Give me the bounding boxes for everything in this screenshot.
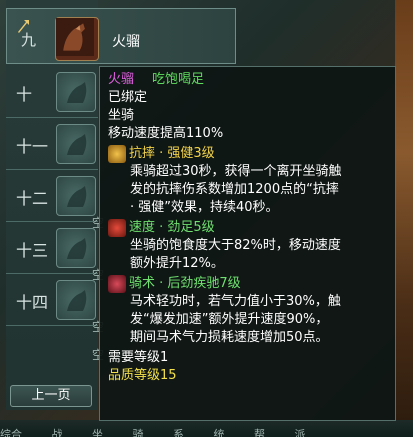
bottom-tab-strip: 综合 战 坐 骑 系 统 帮 派 [0,426,413,437]
empty-mount-slot-icon [56,176,96,216]
mount-row-14[interactable]: 十四 [6,274,98,326]
skill-desc-line: 发的抗摔伤系数增加1200点的“抗摔 [130,182,339,197]
crimson-skill-icon [108,275,126,293]
skill-title: 骑术 · 后劲疾驰7级 [129,276,241,291]
skill-desc-line: · 强健”效果，持续40秒。 [130,200,279,215]
bound-status: 已绑定 [108,90,148,105]
empty-mount-slot-icon [56,124,96,164]
skill-title-row: 抗摔 · 强健3级 [108,145,389,163]
speed-bonus: 移动速度提高110% [108,126,224,141]
mount-avatar-icon [55,17,99,61]
row-number: 十二 [16,189,49,208]
row-number: 十四 [16,293,49,312]
skill-desc-line: 马术轻功时，若气力值小于30%，触 [130,294,341,309]
bottom-tab[interactable]: 坐 [92,428,103,437]
skill-title: 抗摔 · 强健3级 [129,146,215,161]
red-skill-icon [108,219,126,237]
row-number: 十一 [16,137,49,156]
skill-desc-line: 坐骑的饱食度大于82%时，移动速度 [130,238,341,253]
skill-desc-line: 期间马术气力损耗速度增加50点。 [130,330,329,345]
skill-title-row: 速度 · 劲足5级 [108,219,389,237]
bottom-tab[interactable]: 派 [295,428,306,437]
mount-name: 火骝 [112,34,140,50]
mount-row-spacer [6,326,98,376]
skill-desc-line: 额外提升12%。 [130,256,224,271]
skill-desc-line: 乘骑超过30秒，获得一个离开坐骑触 [130,164,342,179]
empty-mount-slot-icon [56,228,96,268]
row-number: 十三 [16,241,49,260]
bottom-tab[interactable]: 综合 [0,428,22,437]
feed-status: 吃饱喝足 [152,72,205,87]
mount-row-12[interactable]: 十二 [6,170,98,222]
mount-row-11[interactable]: 十一 [6,118,98,170]
empty-mount-slot-icon [56,72,96,112]
level-requirement: 需要等级1 [108,350,169,365]
skill-title: 速度 · 劲足5级 [129,220,215,235]
mount-row-13[interactable]: 十三 [6,222,98,274]
mount-row-10[interactable]: 十 [6,66,98,118]
previous-page-button[interactable]: 上一页 [10,385,92,407]
game-background-right [395,0,413,437]
bottom-tab[interactable]: 统 [214,428,225,437]
bottom-tab[interactable]: 系 [173,428,184,437]
mount-row-selected[interactable]: 九 火骝 [6,8,236,64]
tooltip-header: 火骝 吃饱喝足 [108,71,389,89]
quality-level: 品质等级15 [108,368,177,383]
skill-title-row: 骑术 · 后劲疾驰7级 [108,275,389,293]
bottom-tab[interactable]: 战 [52,428,63,437]
mount-tooltip: 火骝 吃饱喝足 已绑定 坐骑 移动速度提高110% 抗摔 · 强健3级 乘骑超过3… [99,66,396,421]
bottom-tab[interactable]: 帮 [254,428,265,437]
item-type: 坐骑 [108,108,135,123]
gold-skill-icon [108,145,126,163]
row-number: 十 [16,85,33,104]
tooltip-mount-name: 火骝 [108,72,135,87]
bottom-tab[interactable]: 骑 [133,428,144,437]
empty-mount-slot-icon [56,280,96,320]
row-number: 九 [21,31,37,49]
skill-desc-line: 发“爆发加速”额外提升速度90%， [130,312,329,327]
